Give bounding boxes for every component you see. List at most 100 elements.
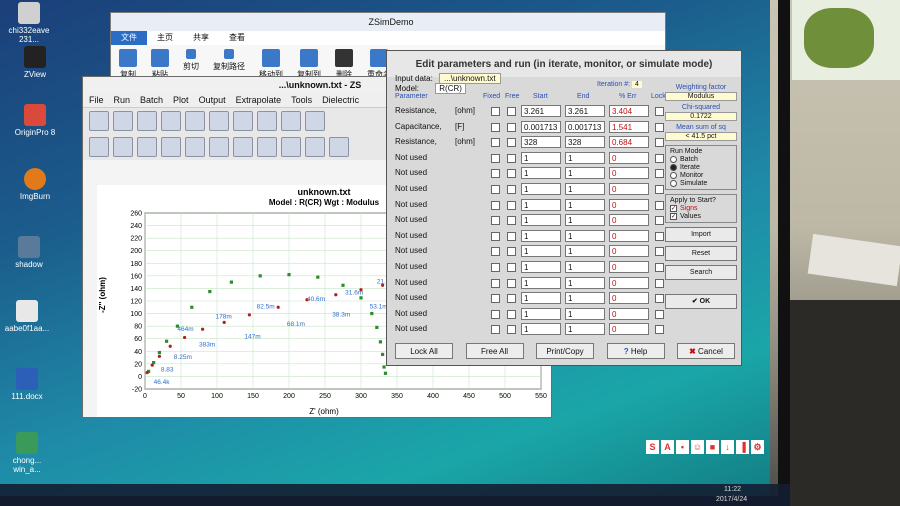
lock-checkbox[interactable] [655,263,664,272]
copy-icon[interactable] [281,111,301,131]
model-value[interactable]: R(CR) [435,83,466,94]
free-checkbox[interactable] [507,278,516,288]
desktop-icon-imgburn[interactable]: ImgBurn [8,168,62,201]
start-value-field[interactable]: 1 [521,261,561,273]
ok-button[interactable]: ✔ OK [665,294,737,309]
fixed-checkbox[interactable] [491,325,500,335]
lock-checkbox[interactable] [655,294,664,304]
ime-logo-icon[interactable]: S [646,440,659,454]
ime-emoji-icon[interactable]: ☺ [691,440,704,454]
end-value-field[interactable]: 328 [565,136,605,149]
fixed-checkbox[interactable] [491,247,500,257]
apply-signs-checkbox[interactable]: ✓ Signs [670,205,732,212]
eye-icon[interactable] [185,137,205,157]
fixed-checkbox[interactable] [491,294,500,304]
circuit-icon[interactable] [329,137,349,157]
fixed-checkbox[interactable] [491,231,500,241]
end-value-field[interactable]: 1 [565,167,605,180]
weighting-value[interactable]: Modulus [665,92,737,101]
start-value-field[interactable]: 1 [521,307,561,320]
end-value-field[interactable]: 1 [565,323,605,336]
end-value-field[interactable]: 3.261 [565,105,605,117]
menu-batch[interactable]: Batch [140,95,163,105]
free-all-button[interactable]: Free All [465,343,524,359]
menu-run[interactable]: Run [114,95,131,105]
free-checkbox[interactable] [507,153,516,163]
lock-checkbox[interactable] [655,122,664,132]
bode-icon[interactable] [257,137,277,157]
end-value-field[interactable]: 1 [565,229,605,242]
menu-plot[interactable]: Plot [173,95,189,105]
desktop-icon-chong[interactable]: chong... win_a... [0,432,54,474]
start-value-field[interactable]: 3.261 [521,105,561,117]
start-value-field[interactable]: 1 [521,229,561,242]
ime-settings-icon[interactable]: ⚙ [751,440,764,454]
lock-checkbox[interactable] [655,278,664,288]
data-icon[interactable] [113,137,133,157]
tab-share[interactable]: 共享 [183,31,219,45]
fit-icon[interactable] [137,111,157,131]
help-button[interactable]: ? Help [606,343,665,359]
free-checkbox[interactable] [507,138,516,148]
lock-checkbox[interactable] [655,231,664,241]
lock-checkbox[interactable] [655,247,664,257]
fixed-checkbox[interactable] [491,107,500,116]
menu-tools[interactable]: Tools [291,95,312,105]
end-value-field[interactable]: 1 [565,307,605,320]
search-button[interactable]: Search [665,265,737,280]
run-mode-simulate[interactable]: Simulate [670,180,732,187]
fixed-checkbox[interactable] [491,153,500,163]
print-copy-button[interactable]: Print/Copy [536,343,594,359]
lock-checkbox[interactable] [655,107,664,116]
binoculars-icon[interactable] [161,111,181,131]
move-icon[interactable] [209,137,229,157]
free-checkbox[interactable] [507,169,516,179]
free-checkbox[interactable] [507,200,516,210]
start-value-field[interactable]: 328 [521,136,561,149]
tab-view[interactable]: 查看 [219,31,255,45]
end-value-field[interactable]: 1 [565,198,605,211]
lock-checkbox[interactable] [655,216,664,226]
start-value-field[interactable]: 1 [521,167,561,180]
run-mode-monitor[interactable]: Monitor [670,172,732,179]
lock-checkbox[interactable] [655,309,664,319]
fixed-checkbox[interactable] [491,169,500,179]
lock-checkbox[interactable] [655,153,664,163]
ime-keyboard-icon[interactable]: ■ [706,440,719,454]
end-value-field[interactable]: 1 [565,151,605,164]
residual-icon[interactable] [281,137,301,157]
ime-skin-icon[interactable]: ▐ [736,440,749,454]
end-value-field[interactable]: 1 [565,276,605,289]
free-checkbox[interactable] [507,294,516,304]
save-icon[interactable] [113,111,133,131]
desktop-icon-shadow[interactable]: shadow [2,236,56,269]
fixed-checkbox[interactable] [491,263,500,272]
free-checkbox[interactable] [507,309,516,319]
tray-date[interactable]: 2017/4/24 [716,496,747,503]
menu-file[interactable]: File [89,95,104,105]
arrow-right-icon[interactable] [209,111,229,131]
nyquist-icon[interactable] [233,137,253,157]
menu-dielectric[interactable]: Dielectric [322,95,359,105]
ime-download-icon[interactable]: ↓ [721,440,734,454]
ime-lang-icon[interactable]: A [661,440,674,454]
fixed-checkbox[interactable] [491,138,500,148]
free-checkbox[interactable] [507,216,516,226]
cancel-button[interactable]: ✖ Cancel [677,343,735,359]
open-icon[interactable] [89,111,109,131]
start-value-field[interactable]: 1 [521,198,561,211]
free-checkbox[interactable] [507,107,516,116]
lock-checkbox[interactable] [655,200,664,210]
free-checkbox[interactable] [507,263,516,272]
text-icon[interactable] [305,137,325,157]
run-mode-iterate[interactable]: Iterate [670,164,732,171]
copy-path-button[interactable]: 复制路径 [213,49,245,72]
desktop-icon-top[interactable]: chi332eave 231... [2,2,56,44]
end-value-field[interactable]: 1 [565,183,605,195]
desktop-icon-image[interactable]: aabe0f1aa... [0,300,54,333]
fixed-checkbox[interactable] [491,185,500,194]
desktop-icon-zview[interactable]: ZView [8,46,62,79]
lock-checkbox[interactable] [655,138,664,148]
free-checkbox[interactable] [507,122,516,132]
edit-parameters-dialog[interactable]: Edit parameters and run (in iterate, mon… [386,50,742,366]
